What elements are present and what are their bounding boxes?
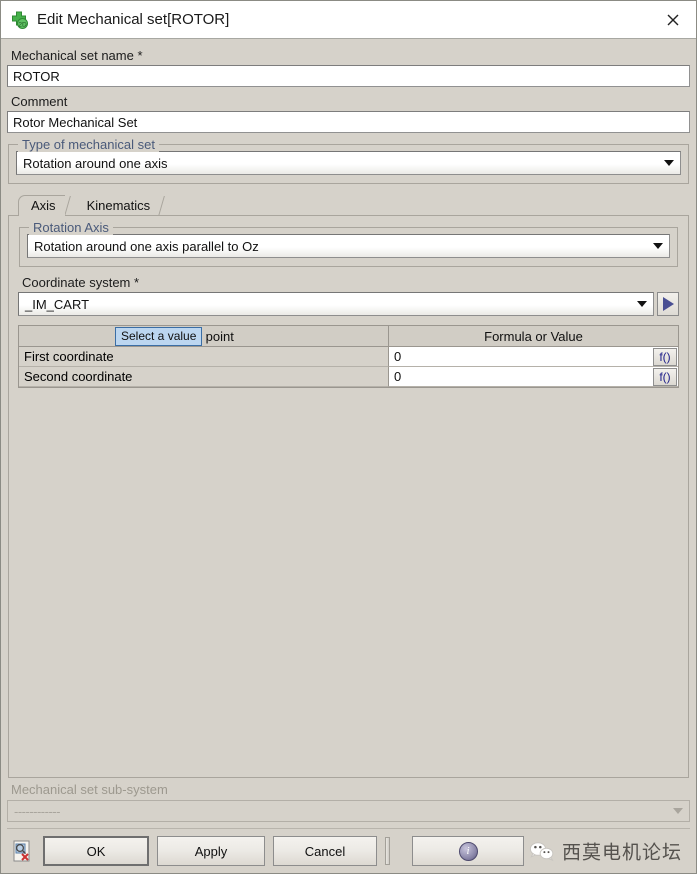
mechanical-set-name-label: Mechanical set name *: [11, 48, 143, 63]
formula-button[interactable]: f(): [653, 367, 677, 386]
tab-container: Axis Kinematics Rotation Axis Rotation a…: [8, 194, 689, 778]
formula-button[interactable]: f(): [653, 347, 677, 366]
cancel-button[interactable]: Cancel: [273, 836, 377, 866]
second-coordinate-input[interactable]: 0 f(): [389, 367, 678, 387]
rotation-axis-title: Rotation Axis: [29, 220, 113, 235]
tab-axis-label: Axis: [31, 198, 56, 213]
tab-separator-icon: [159, 195, 169, 216]
type-of-mechanical-set-title: Type of mechanical set: [18, 137, 159, 152]
mechanical-set-subsystem-label: Mechanical set sub-system: [11, 782, 168, 797]
window-title: Edit Mechanical set[ROTOR]: [37, 11, 230, 28]
tab-strip: Axis Kinematics: [8, 194, 689, 216]
dialog-content: Mechanical set name * ROTOR Comment Roto…: [1, 39, 696, 778]
second-coordinate-value: 0: [394, 369, 402, 384]
chevron-down-icon[interactable]: [658, 152, 680, 174]
scroll-handle[interactable]: [385, 837, 390, 865]
comment-value: Rotor Mechanical Set: [13, 114, 138, 130]
coordinate-system-label: Coordinate system *: [22, 275, 140, 290]
apply-button-label: Apply: [194, 843, 228, 859]
wechat-icon: [529, 841, 554, 861]
svg-text:2D: 2D: [18, 21, 27, 28]
preview-document-icon[interactable]: [9, 836, 35, 866]
play-arrow-icon[interactable]: [657, 292, 679, 316]
watermark: 西莫电机论坛: [529, 838, 682, 865]
rotation-axis-group: Rotation Axis Rotation around one axis p…: [19, 220, 678, 267]
mechanical-set-2d-icon: 2D: [9, 10, 29, 30]
type-of-mechanical-set-dropdown[interactable]: Rotation around one axis: [16, 151, 681, 175]
comment-label: Comment: [11, 94, 68, 109]
info-button[interactable]: i: [412, 836, 524, 866]
ok-button[interactable]: OK: [43, 836, 149, 866]
table-row: First coordinate 0 f(): [19, 347, 678, 367]
apply-button[interactable]: Apply: [157, 836, 265, 866]
chevron-down-icon[interactable]: [631, 293, 653, 315]
chevron-down-icon: [673, 808, 683, 814]
mechanical-set-subsystem-dropdown: ------------: [7, 800, 690, 822]
info-icon: i: [458, 841, 478, 861]
type-of-mechanical-set-value: Rotation around one axis: [23, 155, 168, 171]
chevron-down-icon[interactable]: [647, 235, 669, 257]
mechanical-set-name-value: ROTOR: [13, 68, 60, 84]
tab-kinematics[interactable]: Kinematics: [75, 195, 160, 216]
column-header-pivot-point: Pivot point: [19, 326, 389, 346]
tab-kinematics-label: Kinematics: [86, 198, 151, 213]
dialog-footer: Mechanical set sub-system ------------ O…: [1, 778, 696, 873]
column-header-formula-or-value: Formula or Value: [484, 328, 583, 344]
row-label-first-coordinate: First coordinate: [19, 347, 389, 367]
axis-tab-panel: Rotation Axis Rotation around one axis p…: [8, 215, 689, 778]
watermark-text: 西莫电机论坛: [561, 841, 682, 864]
tooltip-select-a-value: Select a value: [115, 327, 203, 346]
ok-button-label: OK: [86, 843, 106, 859]
cancel-button-label: Cancel: [304, 843, 346, 859]
mechanical-set-name-input[interactable]: ROTOR: [7, 65, 690, 87]
rotation-axis-value: Rotation around one axis parallel to Oz: [34, 238, 259, 254]
first-coordinate-value: 0: [394, 349, 402, 364]
first-coordinate-input[interactable]: 0 f(): [389, 347, 678, 367]
coordinate-system-value: _IM_CART: [25, 296, 90, 312]
row-label-second-coordinate: Second coordinate: [19, 367, 389, 387]
tab-axis[interactable]: Axis: [18, 195, 65, 216]
rotation-axis-dropdown[interactable]: Rotation around one axis parallel to Oz: [27, 234, 670, 258]
title-bar: 2D Edit Mechanical set[ROTOR]: [1, 1, 696, 39]
table-row: Second coordinate 0 f(): [19, 367, 678, 387]
close-icon[interactable]: [660, 7, 686, 33]
coordinate-system-dropdown[interactable]: _IM_CART: [18, 292, 654, 316]
type-of-mechanical-set-group: Type of mechanical set Rotation around o…: [8, 137, 689, 184]
tab-separator-icon: [65, 195, 75, 216]
edit-mechanical-set-dialog: 2D Edit Mechanical set[ROTOR] Mechanical…: [0, 0, 697, 874]
button-bar: OK Apply Cancel i 西莫电机论坛: [7, 828, 690, 873]
comment-input[interactable]: Rotor Mechanical Set: [7, 111, 690, 133]
coordinate-system-row: _IM_CART: [18, 292, 679, 316]
mechanical-set-subsystem-value: ------------: [14, 803, 60, 819]
